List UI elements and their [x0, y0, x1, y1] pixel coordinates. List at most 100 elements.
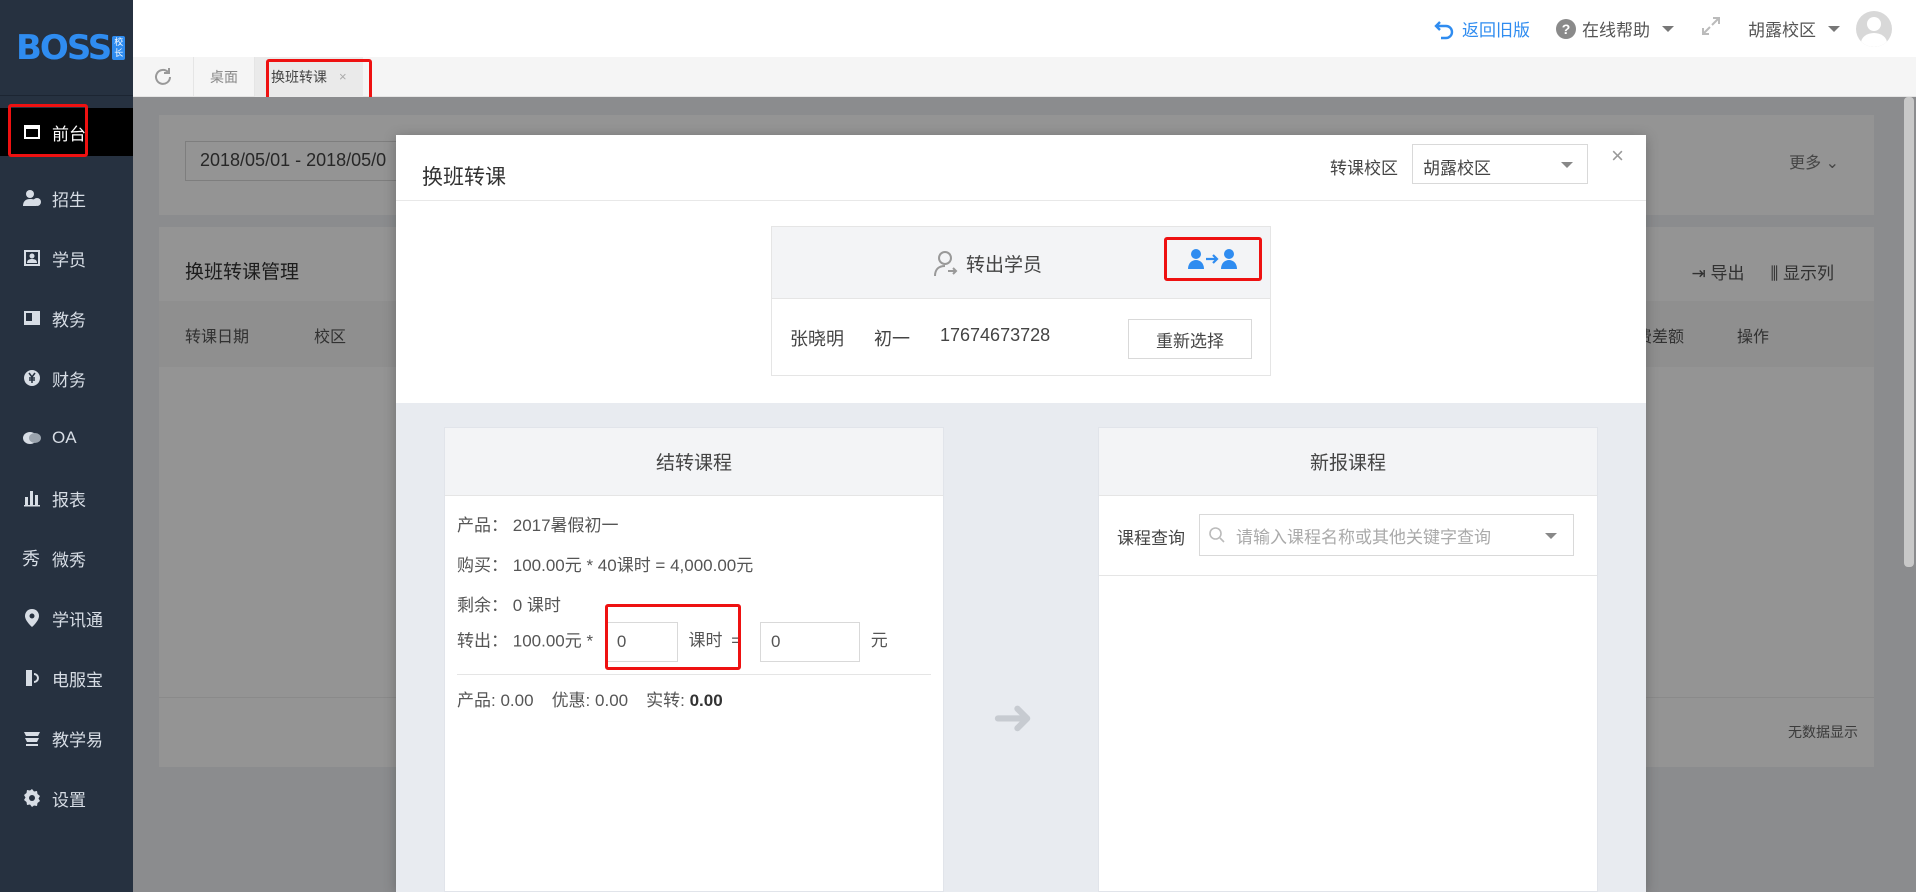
chevron-down-icon: [1561, 162, 1573, 168]
equals-sign: =: [731, 631, 742, 651]
tab-label: 桌面: [210, 68, 238, 85]
summary-product: 产品: 0.00: [457, 686, 534, 711]
sidebar-item-label: 财务: [52, 370, 86, 390]
sidebar-item-label: 电服宝: [52, 670, 103, 690]
xiu-icon: 秀: [22, 548, 42, 568]
page-scrollbar[interactable]: [1904, 97, 1914, 567]
refresh-icon[interactable]: [133, 66, 193, 88]
tab-strip: 桌面 换班转课 ×: [133, 56, 1916, 97]
sidebar-item-jiaoxueyi[interactable]: 教学易: [0, 708, 133, 768]
chevron-down-icon: [1828, 25, 1840, 32]
summary-discount-label: 优惠:: [551, 691, 591, 710]
transfer-out-line: 转出： 100.00元 * 课时 = 元: [457, 622, 888, 662]
student-card-title-text: 转出学员: [966, 254, 1043, 276]
summary-line: 产品: 0.00 优惠: 0.00 实转: 0.00: [457, 686, 723, 711]
chat-icon: [22, 428, 42, 448]
sidebar-item-label: 教学易: [52, 730, 103, 750]
transfer-campus-label: 转课校区: [1330, 159, 1398, 178]
sidebar-item-students[interactable]: 学员: [0, 228, 133, 288]
transfer-out-hours-input[interactable]: [605, 622, 678, 662]
sidebar-item-dianfubao[interactable]: 电服宝: [0, 648, 133, 708]
tab-desktop[interactable]: 桌面: [193, 56, 254, 97]
student-name: 张晓明: [790, 329, 844, 349]
transfer-out-price: 100.00元 *: [512, 631, 594, 651]
sidebar-item-academic[interactable]: 教务: [0, 288, 133, 348]
summary-actual-label: 实转:: [646, 691, 685, 710]
tab-class-transfer[interactable]: 换班转课 ×: [254, 56, 363, 97]
sidebar-item-reports[interactable]: 报表: [0, 468, 133, 528]
sidebar-item-finance[interactable]: 财务: [0, 348, 133, 408]
back-old-version-label: 返回旧版: [1462, 21, 1530, 40]
course-transfer-area: 结转课程 产品： 2017暑假初一 购买： 100.00元 * 40课时 = 4…: [396, 403, 1646, 892]
transfer-campus-value: 胡露校区: [1423, 159, 1491, 178]
hours-unit: 课时: [688, 631, 723, 651]
purchase-label: 购买：: [457, 556, 508, 575]
student-card-header: 转出学员: [772, 227, 1270, 299]
bar-chart-icon: [22, 488, 42, 508]
logo[interactable]: BOSS 校 长: [0, 0, 133, 96]
new-course-panel: 新报课程 课程查询 请输入课程名称或其他关键字查询: [1098, 427, 1598, 892]
student-phone: 17674673728: [940, 325, 1051, 345]
user-outline-icon: [934, 251, 958, 277]
close-icon[interactable]: ×: [1611, 143, 1624, 169]
sidebar-item-label: 报表: [52, 490, 86, 510]
divider: [457, 674, 931, 675]
transfer-out-amount-input[interactable]: [759, 622, 860, 662]
transfer-campus-select[interactable]: 胡露校区: [1412, 144, 1588, 184]
campus-name: 胡露校区: [1748, 21, 1816, 40]
back-old-version-link[interactable]: 返回旧版: [1434, 16, 1530, 41]
reselect-button[interactable]: 重新选择: [1128, 319, 1252, 359]
chevron-down-icon: [1662, 25, 1674, 32]
summary-discount: 优惠: 0.00: [552, 686, 629, 711]
online-help-label: 在线帮助: [1582, 21, 1650, 40]
course-search-input[interactable]: 请输入课程名称或其他关键字查询: [1199, 514, 1574, 556]
id-card-icon: [22, 248, 42, 268]
transfer-modal: 换班转课 转课校区 胡露校区 × 转出学员 张晓明 初一 17674673728…: [396, 135, 1646, 892]
summary-actual-value: 0.00: [689, 691, 723, 710]
purchase-value: 100.00元 * 40课时 = 4,000.00元: [512, 556, 754, 575]
campus-user-dropdown[interactable]: 胡露校区: [1748, 10, 1892, 47]
sidebar-item-weixiu[interactable]: 秀 微秀: [0, 528, 133, 588]
sidebar-item-label: 设置: [52, 790, 86, 810]
help-icon: ?: [1556, 18, 1576, 39]
remaining-line: 剩余： 0 课时: [457, 591, 561, 616]
summary-product-value: 0.00: [500, 691, 534, 710]
logo-badge-char: 长: [114, 47, 124, 58]
sidebar-item-enrollment[interactable]: 招生: [0, 168, 133, 228]
sidebar-nav: 前台 招生 学员 教务 财务 OA 报表 秀 微秀 学讯通 电服宝 教学易 设置: [0, 96, 133, 828]
select-transfer-student-button[interactable]: [1164, 237, 1262, 281]
avatar[interactable]: [1856, 10, 1892, 47]
logo-badge: 校 长: [112, 35, 126, 60]
gear-icon: [22, 788, 42, 808]
panel-title: 新报课程: [1099, 428, 1597, 496]
course-search-placeholder: 请输入课程名称或其他关键字查询: [1236, 527, 1491, 547]
settle-course-panel: 结转课程 产品： 2017暑假初一 购买： 100.00元 * 40课时 = 4…: [444, 427, 944, 892]
summary-product-label: 产品:: [457, 691, 496, 710]
phone-service-icon: [22, 668, 42, 688]
sidebar-item-xuexuntong[interactable]: 学讯通: [0, 588, 133, 648]
online-help-dropdown[interactable]: ? 在线帮助: [1556, 16, 1674, 41]
purchase-line: 购买： 100.00元 * 40课时 = 4,000.00元: [457, 551, 753, 576]
arrow-right-icon: ➜: [992, 689, 1034, 745]
chevron-down-icon[interactable]: [1545, 533, 1557, 539]
sidebar-item-settings[interactable]: 设置: [0, 768, 133, 828]
close-icon[interactable]: ×: [339, 69, 347, 84]
yuan-unit: 元: [870, 631, 888, 651]
sidebar-item-label: 学讯通: [52, 610, 103, 630]
sidebar-item-frontdesk[interactable]: 前台: [0, 108, 133, 156]
svg-text:秀: 秀: [22, 549, 40, 568]
sidebar: BOSS 校 长 前台 招生 学员 教务 财务 OA 报表 秀 微秀 学讯通 电…: [0, 0, 133, 892]
sidebar-item-oa[interactable]: OA: [0, 408, 133, 468]
course-search-row: 课程查询 请输入课程名称或其他关键字查询: [1099, 496, 1597, 576]
book-icon: [22, 308, 42, 328]
sidebar-item-label: 学员: [52, 250, 86, 270]
sidebar-item-label: 招生: [52, 190, 86, 210]
location-icon: [22, 608, 42, 628]
summary-actual: 实转: 0.00: [646, 686, 723, 711]
remaining-label: 剩余：: [457, 596, 508, 615]
user-add-icon: [22, 188, 42, 208]
sidebar-item-label: 微秀: [52, 550, 86, 570]
transfer-student-card: 转出学员 张晓明 初一 17674673728 重新选择: [771, 226, 1271, 376]
fullscreen-icon[interactable]: [1700, 15, 1722, 42]
modal-title: 换班转课: [422, 166, 506, 189]
